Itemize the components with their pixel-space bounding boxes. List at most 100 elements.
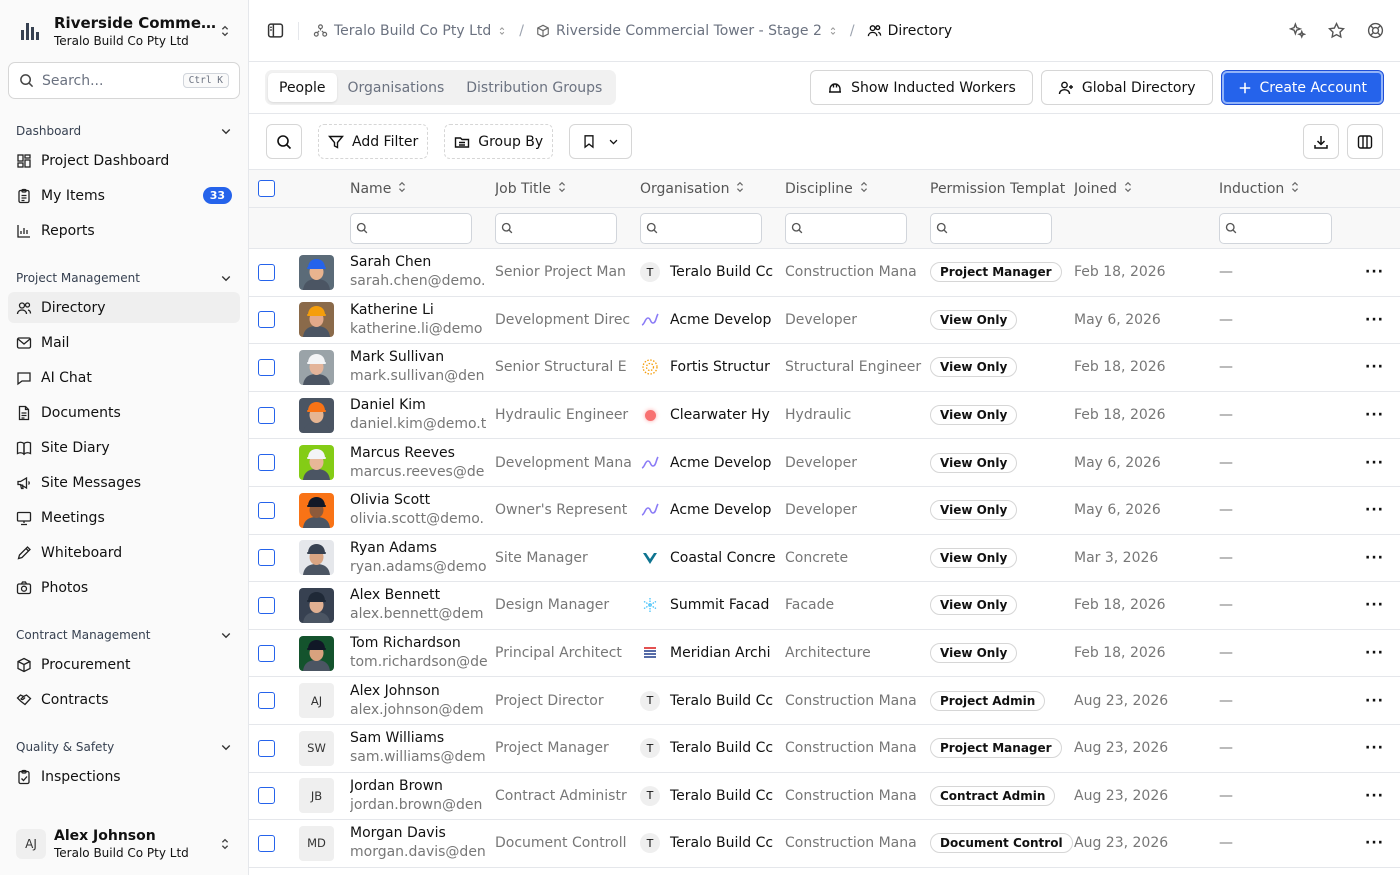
column-header-permission-template[interactable]: Permission Templat <box>930 181 1074 197</box>
chevron-down-icon[interactable] <box>220 741 232 753</box>
table-row[interactable]: Marcus Reeves marcus.reeves@de Development… <box>249 439 1400 487</box>
row-checkbox[interactable] <box>258 549 275 567</box>
chevron-down-icon[interactable] <box>220 629 232 641</box>
person-name[interactable]: Morgan Davis <box>350 824 495 843</box>
table-row[interactable] <box>249 868 1400 875</box>
person-name[interactable]: Sarah Chen <box>350 253 495 272</box>
sidebar-item-directory[interactable]: Directory <box>8 292 240 323</box>
chevron-down-icon[interactable] <box>220 125 232 137</box>
create-account-button[interactable]: Create Account <box>1220 70 1384 105</box>
select-all-checkbox[interactable] <box>258 180 275 197</box>
row-actions-icon[interactable]: ··· <box>1355 693 1384 709</box>
filter-input-discipline[interactable] <box>785 212 907 244</box>
sidebar-item-mail[interactable]: Mail <box>8 327 240 358</box>
row-actions-icon[interactable]: ··· <box>1355 455 1384 471</box>
table-row[interactable]: Olivia Scott olivia.scott@demo. Owner's Re… <box>249 487 1400 535</box>
sidebar-item-documents[interactable]: Documents <box>8 397 240 428</box>
row-actions-icon[interactable]: ··· <box>1355 788 1384 804</box>
row-actions-icon[interactable]: ··· <box>1355 359 1384 375</box>
column-header-organisation[interactable]: Organisation <box>640 181 785 197</box>
filter-input-name[interactable] <box>350 212 472 244</box>
saved-views-dropdown[interactable] <box>569 124 633 159</box>
row-actions-icon[interactable]: ··· <box>1355 407 1384 423</box>
row-checkbox[interactable] <box>258 692 275 710</box>
table-row[interactable]: Daniel Kim daniel.kim@demo.t Hydraulic Eng… <box>249 392 1400 440</box>
export-download-button[interactable] <box>1303 124 1339 159</box>
sidebar-item-photos[interactable]: Photos <box>8 572 240 603</box>
table-row[interactable]: Mark Sullivan mark.sullivan@den Senior Str… <box>249 344 1400 392</box>
nav-section-dashboard[interactable]: Dashboard <box>0 121 248 141</box>
user-switcher[interactable]: AJ Alex Johnson Teralo Build Co Pty Ltd <box>0 813 248 875</box>
table-row[interactable]: Sarah Chen sarah.chen@demo. Senior Project… <box>249 249 1400 297</box>
row-checkbox[interactable] <box>258 501 275 519</box>
add-filter-button[interactable]: Add Filter <box>318 124 429 159</box>
row-checkbox[interactable] <box>258 454 275 472</box>
person-name[interactable]: Alex Johnson <box>350 682 495 701</box>
sparkles-icon[interactable] <box>1289 22 1306 39</box>
sidebar-item-inspections[interactable]: Inspections <box>8 761 240 792</box>
column-header-induction[interactable]: Induction <box>1219 181 1355 197</box>
column-header-discipline[interactable]: Discipline <box>785 181 930 197</box>
nav-section-quality-safety[interactable]: Quality & Safety <box>0 737 248 757</box>
help-lifebuoy-icon[interactable] <box>1367 22 1384 39</box>
sidebar-item-reports[interactable]: Reports <box>8 215 240 246</box>
sidebar-search[interactable]: Search... Ctrl K <box>8 62 240 99</box>
tab-distribution-groups[interactable]: Distribution Groups <box>455 73 613 102</box>
global-directory-button[interactable]: Global Directory <box>1040 70 1213 105</box>
row-actions-icon[interactable]: ··· <box>1355 597 1384 613</box>
sidebar-item-site-diary[interactable]: Site Diary <box>8 432 240 463</box>
person-name[interactable]: Alex Bennett <box>350 586 495 605</box>
row-actions-icon[interactable]: ··· <box>1355 502 1384 518</box>
table-row[interactable]: JB Jordan Brown jordan.brown@den Contract A… <box>249 773 1400 821</box>
sidebar-item-project-dashboard[interactable]: Project Dashboard <box>8 145 240 176</box>
row-actions-icon[interactable]: ··· <box>1355 740 1384 756</box>
filter-input-permission[interactable] <box>930 212 1052 244</box>
row-checkbox[interactable] <box>258 406 275 424</box>
row-actions-icon[interactable]: ··· <box>1355 835 1384 851</box>
person-name[interactable]: Ryan Adams <box>350 539 495 558</box>
person-name[interactable]: Olivia Scott <box>350 491 495 510</box>
tab-organisations[interactable]: Organisations <box>337 73 456 102</box>
column-header-joined[interactable]: Joined <box>1074 181 1219 197</box>
person-name[interactable]: Daniel Kim <box>350 396 495 415</box>
person-name[interactable]: Mark Sullivan <box>350 348 495 367</box>
sidebar-item-meetings[interactable]: Meetings <box>8 502 240 533</box>
sidebar-item-procurement[interactable]: Procurement <box>8 649 240 680</box>
table-row[interactable]: SW Sam Williams sam.williams@dem Project Ma… <box>249 725 1400 773</box>
person-name[interactable]: Katherine Li <box>350 301 495 320</box>
breadcrumb-org[interactable]: Teralo Build Co Pty Ltd <box>334 23 491 39</box>
row-checkbox[interactable] <box>258 834 275 852</box>
column-header-name[interactable]: Name <box>350 181 495 197</box>
sidebar-item-contracts[interactable]: Contracts <box>8 684 240 715</box>
filter-input-induction[interactable] <box>1219 212 1332 244</box>
row-checkbox[interactable] <box>258 311 275 329</box>
project-switcher[interactable]: Riverside Commer... Teralo Build Co Pty … <box>0 0 248 62</box>
row-actions-icon[interactable]: ··· <box>1355 645 1384 661</box>
row-actions-icon[interactable]: ··· <box>1355 550 1384 566</box>
column-header-job-title[interactable]: Job Title <box>495 181 640 197</box>
nav-section-project-management[interactable]: Project Management <box>0 268 248 288</box>
group-by-button[interactable]: Group By <box>444 124 554 159</box>
row-checkbox[interactable] <box>258 739 275 757</box>
sidebar-item-ai-chat[interactable]: AI Chat <box>8 362 240 393</box>
table-row[interactable]: Alex Bennett alex.bennett@dem Design Manag… <box>249 582 1400 630</box>
person-name[interactable]: Marcus Reeves <box>350 444 495 463</box>
table-row[interactable]: Ryan Adams ryan.adams@demo Site Manager Coa… <box>249 535 1400 583</box>
table-row[interactable]: AJ Alex Johnson alex.johnson@dem Project Di… <box>249 677 1400 725</box>
row-checkbox[interactable] <box>258 644 275 662</box>
table-row[interactable]: MD Morgan Davis morgan.davis@den Document C… <box>249 820 1400 868</box>
row-checkbox[interactable] <box>258 596 275 614</box>
row-actions-icon[interactable]: ··· <box>1355 264 1384 280</box>
filter-input-job-title[interactable] <box>495 212 617 244</box>
row-checkbox[interactable] <box>258 787 275 805</box>
show-inducted-workers-button[interactable]: Show Inducted Workers <box>810 70 1033 105</box>
chevron-down-icon[interactable] <box>220 272 232 284</box>
filter-input-organisation[interactable] <box>640 212 762 244</box>
table-search-button[interactable] <box>266 124 302 159</box>
breadcrumb-project[interactable]: Riverside Commercial Tower - Stage 2 <box>556 23 822 39</box>
sidebar-item-site-messages[interactable]: Site Messages <box>8 467 240 498</box>
row-checkbox[interactable] <box>258 263 275 281</box>
column-settings-button[interactable] <box>1347 124 1383 159</box>
person-name[interactable]: Sam Williams <box>350 729 495 748</box>
row-actions-icon[interactable]: ··· <box>1355 312 1384 328</box>
